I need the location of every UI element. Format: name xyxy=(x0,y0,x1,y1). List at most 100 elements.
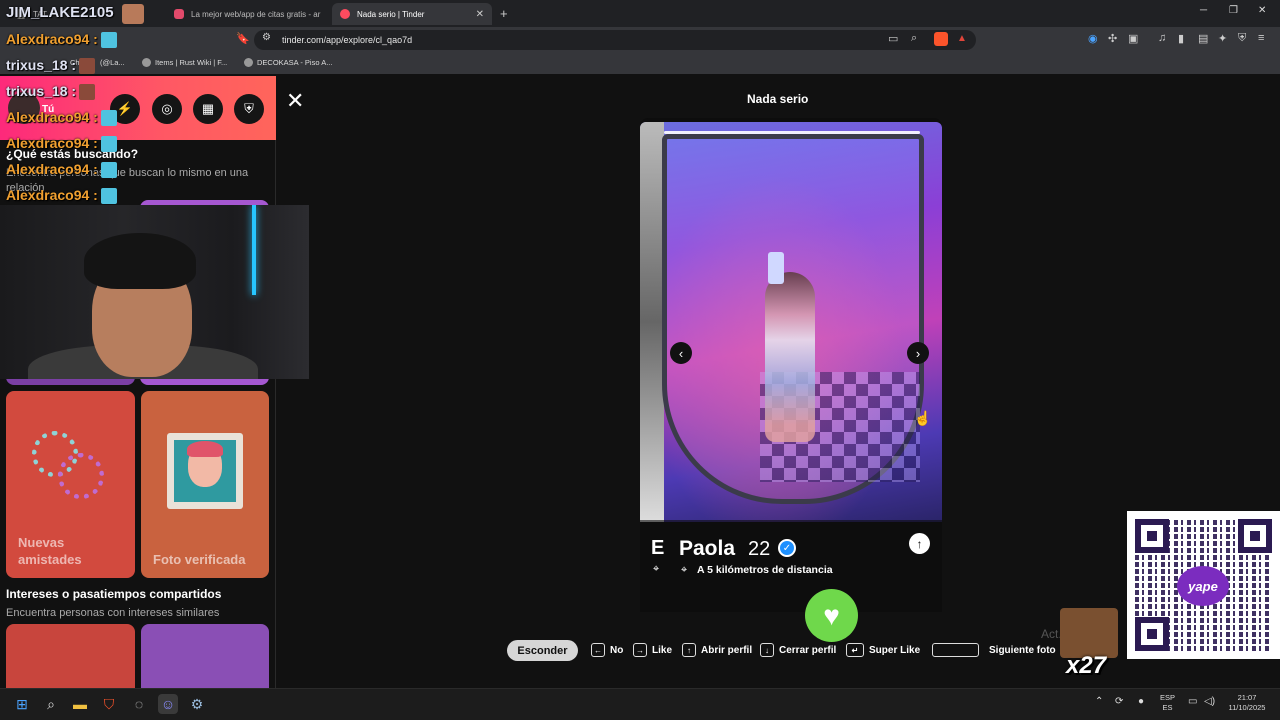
brave-browser-icon[interactable]: ⛉ xyxy=(99,694,119,714)
minimize-icon[interactable]: ─ xyxy=(1200,5,1207,16)
yape-logo-icon: yape xyxy=(1177,566,1229,606)
windows-start-icon[interactable]: ⊞ xyxy=(12,694,32,714)
clock[interactable]: 21:07 11/10/2025 xyxy=(1225,693,1269,713)
url-text: tinder.com/app/explore/cl_qao7d xyxy=(282,35,413,45)
globe-icon xyxy=(244,58,253,67)
tinder-flame-icon xyxy=(340,9,350,19)
hint-next-photo: Siguiente foto xyxy=(932,643,1056,657)
verified-icon: ✓ xyxy=(778,539,796,557)
chat-message: Alexdraco94 : xyxy=(6,31,117,49)
profile-initial: E xyxy=(651,537,665,559)
rewards-icon[interactable]: ▲ xyxy=(957,33,967,44)
emote-counter: x27 xyxy=(1066,652,1107,679)
category-card-verified-photo[interactable]: Foto verificada xyxy=(141,391,269,578)
location-pin-icon: ⌖ xyxy=(653,563,660,575)
tab-2[interactable]: La mejor web/app de citas gratis - ar xyxy=(166,3,328,25)
hint-close-profile: ↓ Cerrar perfil xyxy=(760,643,836,657)
search-icon[interactable]: ⌕ xyxy=(41,694,61,714)
discord-icon[interactable]: ☺ xyxy=(158,694,178,714)
chat-message: Alexdraco94 : xyxy=(6,161,117,179)
close-tab-icon[interactable]: ✕ xyxy=(476,9,484,20)
interest-card[interactable] xyxy=(6,624,135,688)
address-bar[interactable]: tinder.com/app/explore/cl_qao7d xyxy=(254,30,976,50)
close-icon[interactable]: ✕ xyxy=(286,88,304,114)
bookmark-item[interactable]: Items | Rust Wiki | F... xyxy=(142,58,227,67)
arrow-down-key-icon: ↓ xyxy=(760,643,774,657)
category-card-new-friends[interactable]: Nuevas amistades xyxy=(6,391,135,578)
section-subtitle: Encuentra personas con intereses similar… xyxy=(6,607,220,619)
hint-like: → Like xyxy=(633,643,672,657)
obs-icon[interactable]: ◌ xyxy=(129,694,149,714)
spacebar-key-icon xyxy=(932,643,979,657)
chat-message: trixus_18 : xyxy=(6,83,96,101)
tab-label: Nada serio | Tinder xyxy=(357,9,425,19)
zoom-icon[interactable]: ⌕ xyxy=(911,32,917,45)
bookmark-item[interactable]: DECOKASA - Piso A... xyxy=(244,58,332,67)
network-icon[interactable]: ▭ xyxy=(1188,697,1197,707)
like-heart-button[interactable]: ♥ xyxy=(805,589,858,642)
bracelet-icon xyxy=(58,453,104,499)
card-label: Nuevas amistades xyxy=(18,535,82,567)
volume-icon[interactable]: ◁) xyxy=(1204,697,1215,707)
qr-code: yape xyxy=(1127,511,1280,659)
tab-favicon xyxy=(174,9,184,19)
photo-frame-icon xyxy=(167,433,243,509)
media-icon[interactable]: ♫ xyxy=(1158,32,1166,44)
chat-message: Alexdraco94 : xyxy=(6,109,117,127)
arrow-right-key-icon: → xyxy=(633,643,647,657)
location-pin-icon: ⌖ xyxy=(681,564,688,576)
enter-key-icon: ↵ xyxy=(846,643,864,657)
new-tab-button[interactable]: + xyxy=(500,6,508,21)
close-window-icon[interactable]: ✕ xyxy=(1258,5,1266,16)
tab-tinder[interactable]: Nada serio | Tinder ✕ xyxy=(332,3,492,25)
tray-chevron-icon[interactable]: ⌃ xyxy=(1095,697,1103,707)
explore-icon[interactable]: ◎ xyxy=(152,94,182,124)
briefcase-icon[interactable]: ▦ xyxy=(193,94,223,124)
arrow-left-key-icon: ← xyxy=(591,643,605,657)
brave-shield-icon[interactable] xyxy=(934,32,948,46)
hide-button[interactable]: Esconder xyxy=(507,640,578,661)
screenshot-icon[interactable]: ▣ xyxy=(1128,32,1138,45)
hint-no: ← No xyxy=(591,643,623,657)
profile-age: 22 xyxy=(748,538,771,560)
file-explorer-icon[interactable]: ▬ xyxy=(70,694,90,714)
hint-super-like: ↵ Super Like xyxy=(846,643,920,657)
card-label: Foto verificada xyxy=(153,552,246,567)
ai-icon[interactable]: ✦ xyxy=(1218,32,1227,45)
webcam-overlay xyxy=(0,205,309,379)
tab-label: La mejor web/app de citas gratis - ar xyxy=(191,9,321,19)
chat-message: Alexdraco94 : xyxy=(6,135,117,153)
mouse-cursor-icon: ☝ xyxy=(914,410,932,426)
steam-icon[interactable]: ⚙ xyxy=(187,694,207,714)
vpn-icon[interactable]: ⛨ xyxy=(1238,32,1246,45)
previous-photo-button[interactable]: ‹ xyxy=(670,342,692,364)
maximize-icon[interactable]: ❐ xyxy=(1229,5,1238,16)
wallet-icon[interactable]: ▤ xyxy=(1198,32,1208,45)
profile-photo[interactable] xyxy=(640,122,942,522)
chat-message: Alexdraco94 : xyxy=(6,187,117,205)
hint-open-profile: ↑ Abrir perfil xyxy=(682,643,752,657)
microphone-icon[interactable]: ● xyxy=(1138,697,1144,707)
interest-card[interactable] xyxy=(141,624,269,688)
page-title: Nada serio xyxy=(747,92,809,106)
menu-icon[interactable]: ≡ xyxy=(1258,32,1264,44)
site-settings-icon[interactable]: ⚙ xyxy=(262,32,271,43)
leo-icon[interactable]: ◉ xyxy=(1088,32,1098,45)
photo-progress-bar xyxy=(664,131,920,134)
emote-icon xyxy=(1060,608,1118,658)
safety-shield-icon[interactable]: ⛨ xyxy=(234,94,264,124)
arrow-up-key-icon: ↑ xyxy=(682,643,696,657)
cast-icon[interactable]: ▭ xyxy=(888,32,898,45)
profile-distance: A 5 kilómetros de distancia xyxy=(697,564,833,576)
bookmark-icon[interactable]: 🔖 xyxy=(236,32,250,45)
sync-icon[interactable]: ⟳ xyxy=(1115,697,1123,707)
profile-name: Paola xyxy=(679,537,736,560)
globe-icon xyxy=(142,58,151,67)
sidebar-icon[interactable]: ▮ xyxy=(1178,32,1184,45)
next-photo-button[interactable]: › xyxy=(907,342,929,364)
language-indicator[interactable]: ESP ES xyxy=(1160,693,1175,713)
extensions-icon[interactable]: ✣ xyxy=(1108,32,1117,45)
expand-profile-button[interactable]: ↑ xyxy=(909,533,930,554)
bookmark-item[interactable]: (@La... xyxy=(100,58,125,67)
emote-icon xyxy=(122,4,144,24)
